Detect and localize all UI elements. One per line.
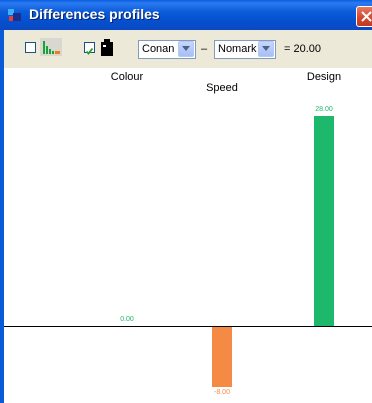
category-label-colour: Colour (110, 71, 144, 83)
value-label-speed: -8.00 (214, 389, 230, 396)
toolbar: Conan – Nomark = 20.00 (0, 30, 372, 68)
product-a-select[interactable]: Conan (138, 40, 196, 59)
app-icon (8, 9, 21, 21)
differences-profiles-window: Differences profiles Conan – Nomark = 20… (0, 0, 372, 403)
clipboard-icon[interactable] (100, 39, 114, 57)
bar-speed (212, 327, 232, 387)
chevron-down-icon (182, 46, 190, 51)
chart-area: Colour 0.00 Speed -8.00 Design 28.00 (4, 68, 372, 403)
product-b-value: Nomark (218, 43, 257, 55)
show-profile-checkbox[interactable] (25, 42, 36, 53)
bar-chart-icon[interactable] (40, 38, 62, 56)
difference-total: = 20.00 (284, 43, 322, 55)
window-title: Differences profiles (29, 6, 160, 22)
show-values-checkbox[interactable] (84, 42, 95, 55)
close-icon (361, 11, 372, 22)
value-label-design: 28.00 (315, 106, 333, 113)
product-a-value: Conan (142, 43, 175, 55)
dash-separator: – (201, 43, 208, 55)
category-label-design: Design (306, 71, 342, 83)
bar-design (314, 116, 334, 326)
product-b-dropdown-button[interactable] (258, 41, 274, 57)
title-bar[interactable]: Differences profiles (0, 0, 372, 30)
value-label-colour: 0.00 (120, 316, 134, 323)
category-label-speed: Speed (206, 82, 238, 94)
close-button[interactable] (356, 6, 372, 27)
product-b-select[interactable]: Nomark (214, 40, 276, 59)
chevron-down-icon (262, 46, 270, 51)
zero-baseline (4, 326, 372, 327)
product-a-dropdown-button[interactable] (178, 41, 194, 57)
check-icon (85, 47, 94, 55)
